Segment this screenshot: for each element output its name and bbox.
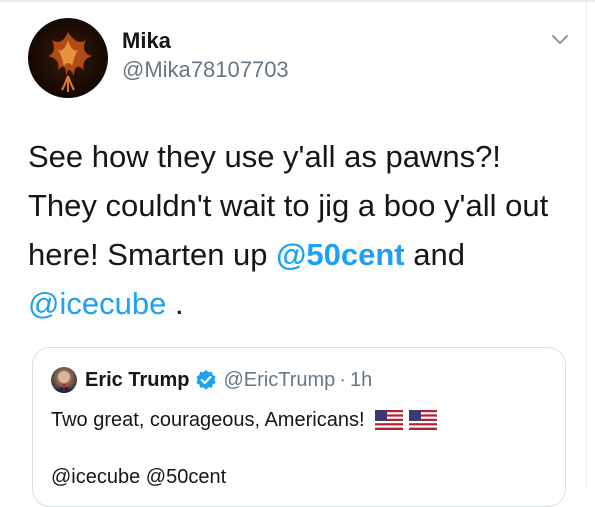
quoted-tweet-text: Two great, courageous, Americans! — [51, 409, 365, 431]
quoted-handle[interactable]: @EricTrump — [223, 369, 335, 392]
avatar[interactable] — [28, 18, 108, 98]
quoted-tweet-mentions[interactable]: @icecube @50cent — [51, 466, 226, 489]
quoted-tweet-card[interactable]: Eric Trump @EricTrump · 1h Two great, co… — [32, 347, 566, 507]
quoted-tweet-text-row: Two great, courageous, Americans! — [51, 406, 437, 434]
us-flag-icon — [374, 410, 403, 430]
tweet-header: Mika @Mika78107703 — [28, 18, 575, 102]
quoted-display-name[interactable]: Eric Trump — [85, 369, 189, 392]
us-flag-icon — [408, 410, 437, 430]
chevron-down-icon[interactable] — [549, 28, 571, 50]
tweet-text-part: . — [166, 286, 184, 321]
quoted-avatar-photo — [54, 371, 74, 393]
verified-badge-icon — [196, 370, 217, 390]
right-divider — [586, 0, 587, 488]
tweet-text: See how they use y'all as pawns?! They c… — [28, 132, 568, 328]
mention-link[interactable]: @50cent — [276, 237, 404, 272]
mention-link[interactable]: @icecube — [28, 286, 166, 321]
tweet-text-part: and — [404, 237, 465, 272]
author-display-name[interactable]: Mika — [122, 28, 289, 54]
quoted-tweet-header: Eric Trump @EricTrump · 1h — [51, 366, 372, 394]
separator-dot: · — [339, 368, 346, 391]
phoenix-logo — [48, 32, 92, 92]
author-names: Mika @Mika78107703 — [122, 28, 289, 84]
quoted-timestamp[interactable]: 1h — [350, 369, 372, 392]
quoted-avatar[interactable] — [51, 367, 77, 393]
top-divider — [0, 0, 595, 2]
author-handle[interactable]: @Mika78107703 — [122, 56, 289, 84]
